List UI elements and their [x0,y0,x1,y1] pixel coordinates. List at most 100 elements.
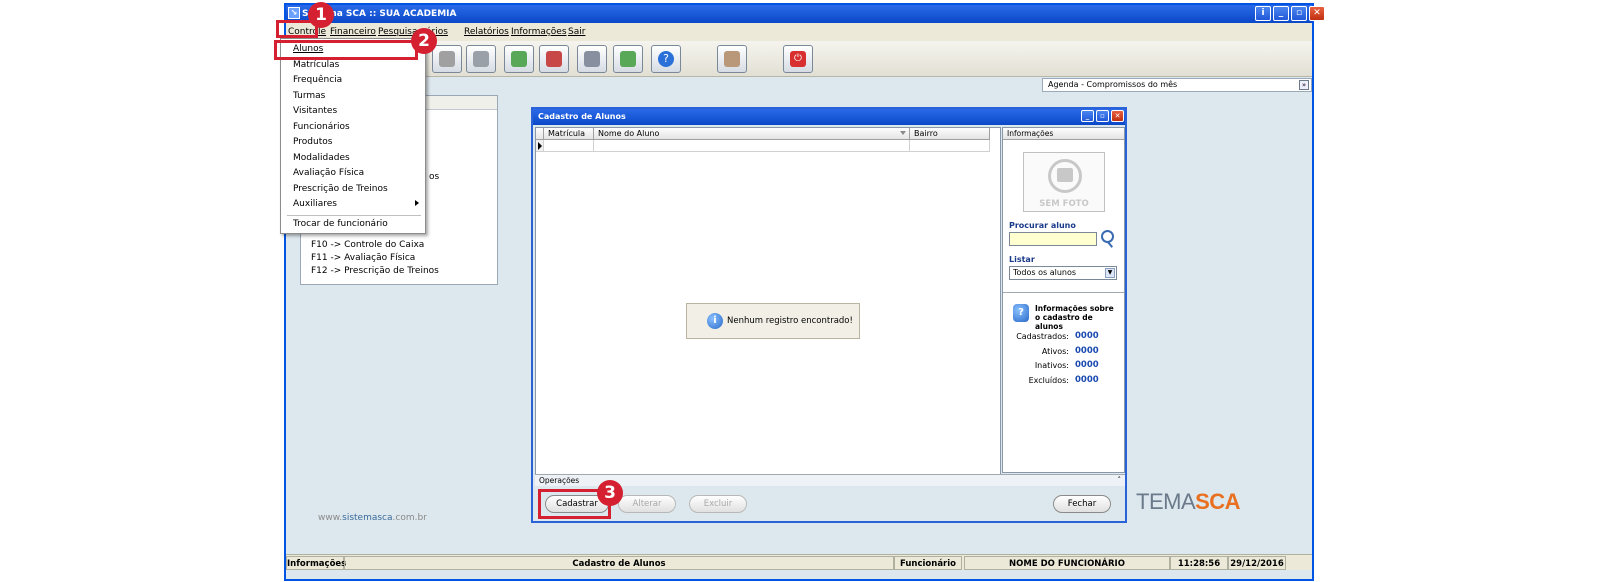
chevron-down-icon[interactable]: » [1299,80,1309,90]
dialog-maximize-button[interactable]: ▫ [1096,110,1109,122]
toolbar-tools-button[interactable] [577,45,607,73]
toolbar-power-button[interactable]: ⏻ [783,45,813,73]
stat-label-excluidos: Excluídos: [1028,376,1069,385]
fechar-button[interactable]: Fechar [1053,495,1111,513]
website-link[interactable]: www.sistemasca.com.br [318,513,427,523]
toolbar-link-button[interactable] [717,45,747,73]
shortcut-partial-text: os [429,172,440,182]
stat-value-excluidos: 0000 [1075,375,1099,385]
menu-item-funcionarios[interactable]: Funcionários [293,122,350,132]
status-date: 29/12/2016 [1228,556,1286,570]
toolbar-cart-button[interactable] [432,45,462,73]
info-icon: i [707,313,723,329]
menu-item-prescricao-treinos[interactable]: Prescrição de Treinos [293,184,388,194]
student-photo-placeholder: SEM FOTO [1023,152,1105,212]
menu-item-frequencia[interactable]: Frequência [293,75,342,85]
menu-item-auxiliares[interactable]: Auxiliares [293,199,337,209]
info-side-panel: Informações SEM FOTO Procurar aluno List… [1002,127,1125,473]
shortcut-f12: F12 -> Prescrição de Treinos [311,266,439,276]
search-icon[interactable] [1101,230,1114,243]
help-info-icon: ? [1013,304,1029,322]
stat-value-ativos: 0000 [1075,346,1099,356]
menu-item-modalidades[interactable]: Modalidades [293,153,350,163]
minimize-button[interactable]: _ [1273,6,1289,21]
controle-dropdown-menu: Alunos Matrículas Frequência Turmas Visi… [280,38,426,234]
table-row-cell[interactable] [594,140,910,152]
status-time: 11:28:56 [1170,556,1228,570]
current-row-icon [538,142,542,150]
table-row-cell[interactable] [544,140,594,152]
table-row-cell[interactable] [910,140,990,152]
col-nome-aluno[interactable]: Nome do Aluno [594,128,910,140]
menu-item-turmas[interactable]: Turmas [293,91,325,101]
operations-bar[interactable]: Operações ˄ [535,474,1125,486]
calculator-add-icon [511,51,527,67]
menu-sair[interactable]: Sair [568,23,585,41]
dialog-minimize-button[interactable]: _ [1081,110,1094,122]
menu-item-matriculas[interactable]: Matrículas [293,60,339,70]
stat-label-cadastrados: Cadastrados: [1016,332,1069,341]
shortcut-f11: F11 -> Avaliação Física [311,253,416,263]
operations-label: Operações [539,476,580,485]
empty-message-text: Nenhum registro encontrado! [727,316,853,326]
list-filter-value: Todos os alunos [1013,268,1077,277]
brand-logo: TEMASCA [1136,489,1241,515]
cadastro-alunos-dialog: Cadastro de Alunos _ ▫ ✕ Matrícula Nome … [531,107,1127,523]
cashier-icon [473,51,489,67]
chevron-up-icon[interactable]: ˄ [1118,475,1122,486]
toolbar-export-button[interactable] [613,45,643,73]
dialog-close-button[interactable]: ✕ [1111,110,1124,122]
highlight-box-2 [274,40,418,60]
row-indicator [536,140,544,152]
status-bar: Informações Cadastro de Alunos Funcionár… [286,554,1312,570]
help-window-button[interactable]: i [1255,6,1271,21]
agenda-panel-header[interactable]: Agenda - Compromissos do mês » [1042,78,1312,92]
side-panel-header: Informações [1003,128,1124,140]
menu-informacoes[interactable]: Informações [511,23,567,41]
empty-message-box: i Nenhum registro encontrado! [686,303,860,339]
toolbar-help-button[interactable]: ? [651,45,681,73]
status-employee-label: Funcionário [894,556,962,570]
close-button[interactable]: ✕ [1309,6,1325,21]
step-badge-2: 2 [411,28,437,54]
website-suffix: .com.br [392,513,427,523]
list-label: Listar [1009,255,1035,264]
list-filter-select[interactable]: Todos os alunos ▼ [1009,266,1117,280]
menu-relatorios[interactable]: Relatórios [464,23,509,41]
cart-icon [439,51,455,67]
grid-indicator-header [536,128,544,140]
toolbar-calculator-add-button[interactable] [504,45,534,73]
camera-icon [1057,168,1073,182]
alterar-button[interactable]: Alterar [618,495,676,513]
stat-label-inativos: Inativos: [1034,361,1069,370]
stat-label-ativos: Ativos: [1041,347,1069,356]
search-student-input[interactable] [1009,232,1097,246]
toolbar-cashier-button[interactable] [466,45,496,73]
menu-item-avaliacao-fisica[interactable]: Avaliação Física [293,168,364,178]
search-student-label: Procurar aluno [1009,221,1076,230]
tools-icon [584,51,600,67]
maximize-button[interactable]: ▫ [1291,6,1307,21]
agenda-label: Agenda - Compromissos do mês [1048,80,1178,89]
col-bairro[interactable]: Bairro [910,128,990,140]
menu-item-visitantes[interactable]: Visitantes [293,106,337,116]
status-info-label: Informações [286,556,346,570]
menu-bar: Controle Financeiro Pesquisa ários Relat… [286,23,1312,41]
info-title: Informações sobre o cadastro de alunos [1035,304,1114,331]
shortcut-f10: F10 -> Controle do Caixa [311,240,425,250]
dialog-titlebar: Cadastro de Alunos _ ▫ ✕ [533,109,1125,125]
menu-item-produtos[interactable]: Produtos [293,137,332,147]
help-icon: ? [658,51,674,67]
step-badge-1: 1 [308,2,334,28]
toolbar-calculator-remove-button[interactable] [539,45,569,73]
excluir-button[interactable]: Excluir [689,495,747,513]
app-icon: ↘ [288,7,300,19]
menu-item-trocar-funcionario[interactable]: Trocar de funcionário [293,219,388,229]
chevron-down-icon[interactable]: ▼ [1105,268,1115,278]
menu-separator [287,215,421,216]
website-prefix: www. [318,513,343,523]
side-panel-divider [1003,292,1124,293]
col-matricula[interactable]: Matrícula [544,128,594,140]
toolbar: ? ⏻ [286,41,1312,77]
export-icon [620,51,636,67]
